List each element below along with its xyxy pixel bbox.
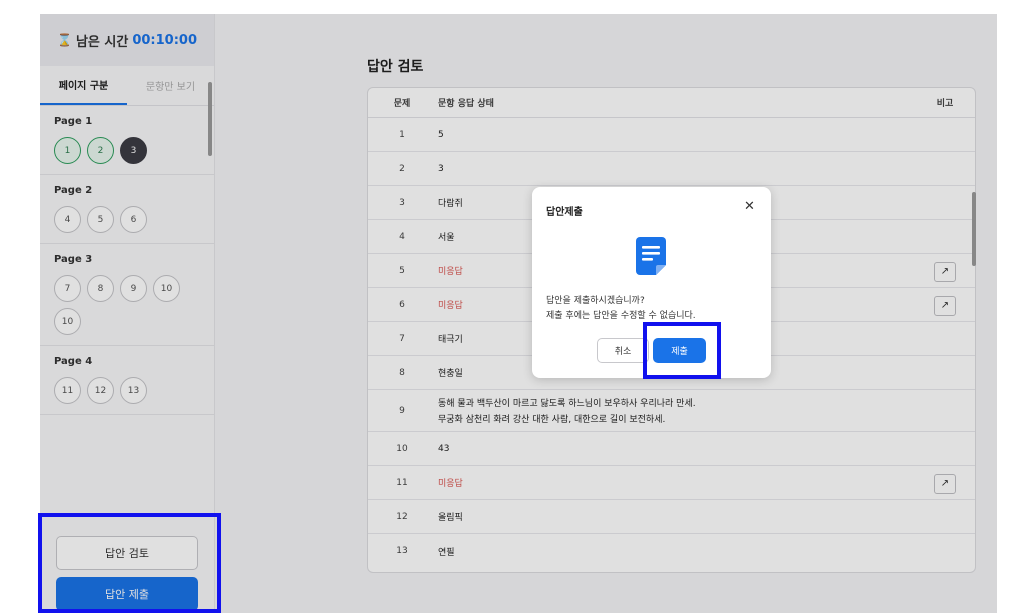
submit-dialog: 답안제출 ✕ 답안을 제출하시겠습니까? 제출 후에는 답안을 수정할 수 없습… (532, 187, 771, 378)
dialog-title: 답안제출 (546, 207, 583, 218)
confirm-submit-button[interactable]: 제출 (653, 338, 706, 363)
exam-app: ⌛ 남은 시간 00:10:00 페이지 구분 문항만 보기 Page 1123… (40, 14, 997, 613)
modal-backdrop (40, 14, 997, 613)
dialog-message-line1: 답안을 제출하시겠습니까? (546, 296, 645, 306)
document-icon (636, 237, 666, 275)
cancel-button[interactable]: 취소 (597, 338, 649, 363)
close-icon[interactable]: ✕ (744, 199, 755, 214)
dialog-message-line2: 제출 후에는 답안을 수정할 수 없습니다. (546, 311, 696, 321)
